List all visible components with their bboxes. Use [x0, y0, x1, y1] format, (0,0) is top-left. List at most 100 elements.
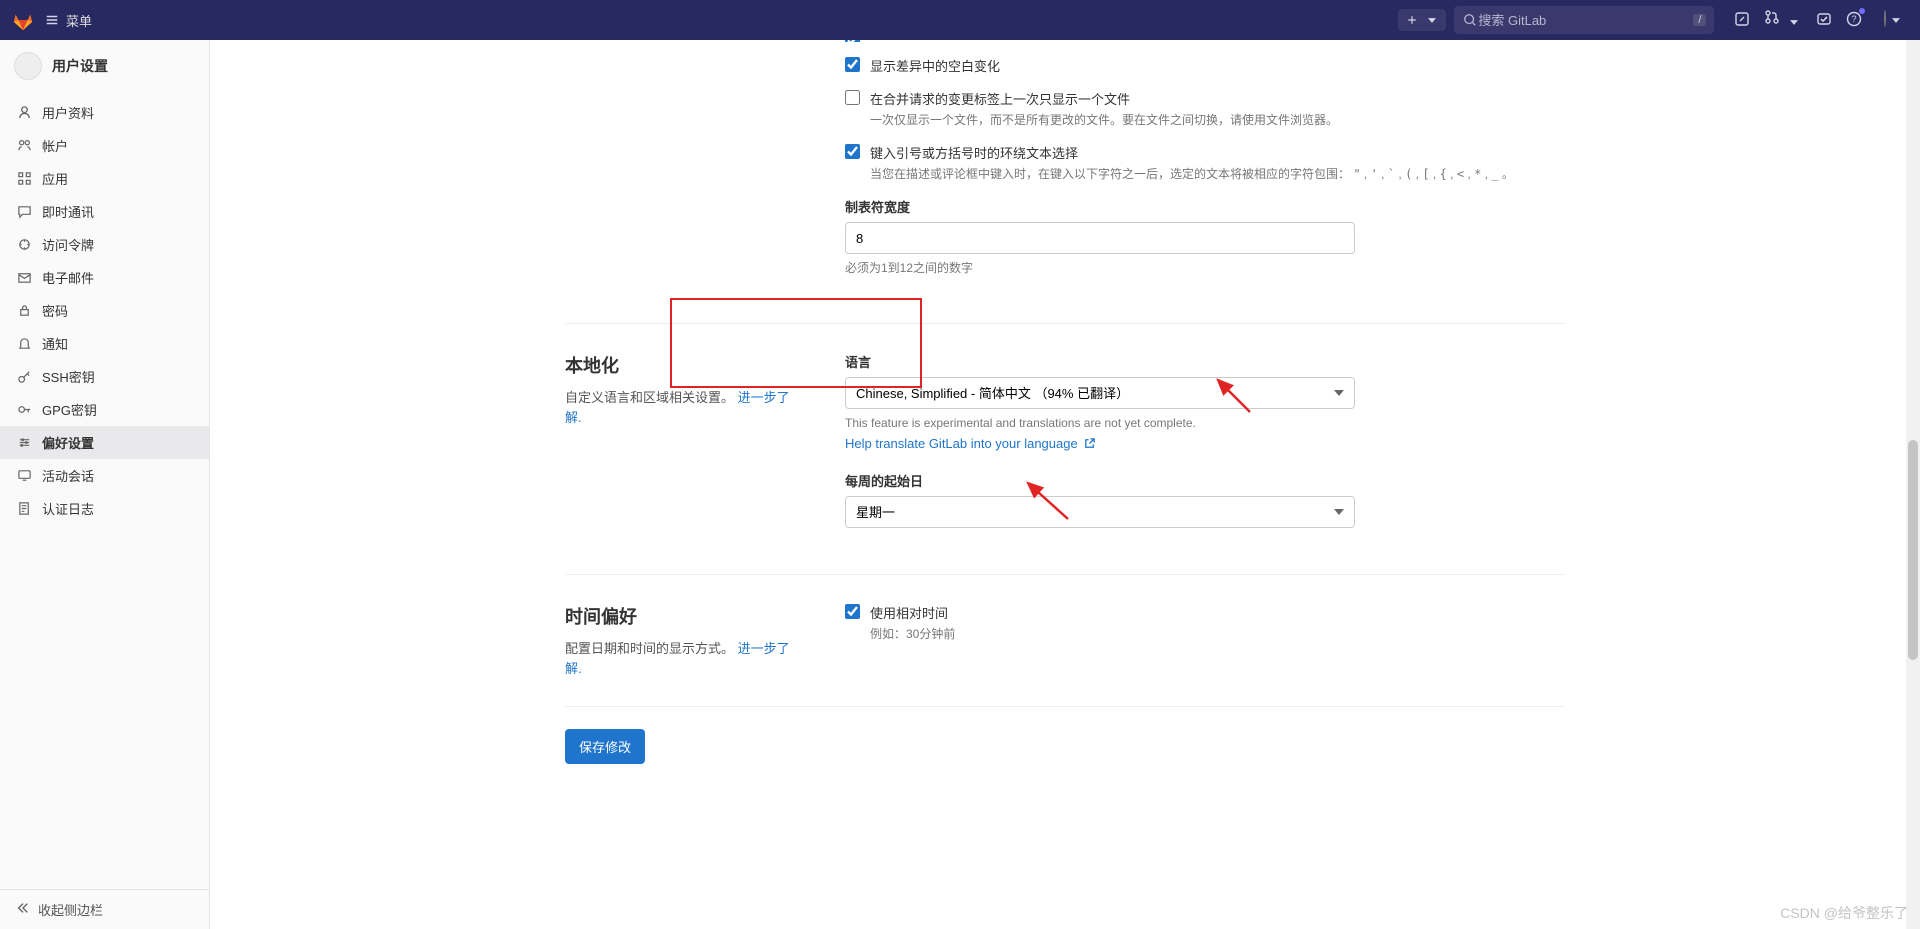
translate-link[interactable]: Help translate GitLab into your language	[845, 436, 1096, 451]
collapse-sidebar-button[interactable]: 收起侧边栏	[0, 889, 209, 929]
onefile-checkbox[interactable]	[845, 90, 860, 105]
sidebar-item-label: 认证日志	[42, 499, 94, 518]
issues-button[interactable]	[1730, 7, 1754, 34]
surround-label[interactable]: 键入引号或方括号时的环绕文本选择	[870, 146, 1078, 161]
sidebar-item-gpg[interactable]: GPG密钥	[0, 393, 209, 426]
whitespace-checkbox[interactable]	[845, 57, 860, 72]
avatar	[14, 52, 42, 80]
sidebar-item-apps[interactable]: 应用	[0, 162, 209, 195]
merge-icon	[1764, 9, 1780, 25]
notification-dot	[1859, 8, 1865, 14]
todo-icon	[1816, 11, 1832, 27]
sidebar-item-account[interactable]: 帐户	[0, 129, 209, 162]
save-button[interactable]: 保存修改	[565, 729, 645, 764]
sidebar-item-label: 应用	[42, 169, 68, 188]
search-box[interactable]: /	[1454, 6, 1714, 34]
truncated-checkbox[interactable]	[845, 40, 860, 42]
sidebar-item-chat[interactable]: 即时通讯	[0, 195, 209, 228]
onefile-checkbox-row: 在合并请求的变更标签上一次只显示一个文件 一次仅显示一个文件，而不是所有更改的文…	[845, 89, 1565, 129]
scrollbar-thumb[interactable]	[1908, 440, 1918, 660]
chevron-down-icon	[1786, 15, 1802, 31]
localization-desc: 自定义语言和区域相关设置。 进一步了解.	[565, 388, 805, 427]
localization-section: 本地化 自定义语言和区域相关设置。 进一步了解. 语言 Chinese, Sim…	[565, 324, 1565, 575]
onefile-label[interactable]: 在合并请求的变更标签上一次只显示一个文件	[870, 92, 1130, 107]
language-group: 语言 Chinese, Simplified - 简体中文 （94% 已翻译） …	[845, 352, 1565, 453]
password-icon	[16, 303, 32, 319]
weekstart-select[interactable]: 星期一	[845, 496, 1355, 528]
tabwidth-hint: 必须为1到12之间的数字	[845, 259, 1565, 277]
avatar-icon	[1884, 10, 1886, 27]
weekstart-group: 每周的起始日 星期一	[845, 471, 1565, 528]
search-input[interactable]	[1478, 13, 1693, 28]
relative-time-checkbox[interactable]	[845, 604, 860, 619]
sidebar-item-token[interactable]: 访问令牌	[0, 228, 209, 261]
email-icon	[16, 270, 32, 286]
gitlab-logo-icon[interactable]	[12, 9, 34, 31]
behavior-section: 显示差异中的空白变化 在合并请求的变更标签上一次只显示一个文件 一次仅显示一个文…	[565, 40, 1565, 324]
key-icon	[16, 369, 32, 385]
time-title: 时间偏好	[565, 603, 805, 629]
sidebar-item-notifications[interactable]: 通知	[0, 327, 209, 360]
account-icon	[16, 138, 32, 154]
sidebar-item-label: 电子邮件	[42, 268, 94, 287]
issues-icon	[1734, 11, 1750, 27]
external-link-icon	[1083, 437, 1096, 453]
sidebar-nav: 用户资料帐户应用即时通讯访问令牌电子邮件密码通知 SSH密钥 GPG密钥偏好设置活动…	[0, 92, 209, 889]
profile-icon	[16, 105, 32, 121]
save-section: 保存修改	[565, 707, 1565, 792]
relative-time-hint: 例如：30分钟前	[870, 625, 1565, 643]
token-icon	[16, 237, 32, 253]
surround-checkbox[interactable]	[845, 144, 860, 159]
sidebar-item-label: SSH密钥	[42, 367, 95, 386]
sidebar-item-label: 密码	[42, 301, 68, 320]
surround-checkbox-row: 键入引号或方括号时的环绕文本选择 当您在描述或评论框中键入时，在键入以下字符之一…	[845, 143, 1565, 183]
notifications-icon	[16, 336, 32, 352]
sidebar-item-authlog[interactable]: 认证日志	[0, 492, 209, 525]
search-shortcut: /	[1693, 14, 1706, 26]
sidebar-header[interactable]: 用户设置	[0, 40, 209, 92]
surround-hint: 当您在描述或评论框中键入时，在键入以下字符之一后，选定的文本将被相应的字符包围：…	[870, 165, 1565, 183]
whitespace-label[interactable]: 显示差异中的空白变化	[870, 59, 1000, 74]
chevrons-left-icon	[16, 901, 30, 918]
tabwidth-group: 制表符宽度 必须为1到12之间的数字	[845, 197, 1565, 277]
plus-icon	[1404, 12, 1420, 28]
sidebar-item-key[interactable]: SSH密钥	[0, 360, 209, 393]
sidebar-item-label: 用户资料	[42, 103, 94, 122]
sessions-icon	[16, 468, 32, 484]
sidebar-item-label: GPG密钥	[42, 400, 97, 419]
create-button[interactable]	[1398, 9, 1446, 31]
user-menu[interactable]	[1872, 7, 1908, 33]
menu-button[interactable]: 菜单	[44, 11, 92, 30]
sidebar-item-profile[interactable]: 用户资料	[0, 96, 209, 129]
weekstart-label: 每周的起始日	[845, 471, 1565, 490]
sidebar-item-password[interactable]: 密码	[0, 294, 209, 327]
merge-requests-button[interactable]	[1760, 5, 1806, 35]
main-content: 显示差异中的空白变化 在合并请求的变更标签上一次只显示一个文件 一次仅显示一个文…	[210, 40, 1920, 929]
authlog-icon	[16, 501, 32, 517]
tabwidth-input[interactable]	[845, 222, 1355, 254]
topbar: 菜单 / ?	[0, 0, 1920, 40]
chevron-down-icon	[1888, 13, 1904, 29]
truncated-checkbox-row	[845, 40, 1565, 42]
time-desc: 配置日期和时间的显示方式。 进一步了解.	[565, 639, 805, 678]
language-label: 语言	[845, 352, 1565, 371]
language-select[interactable]: Chinese, Simplified - 简体中文 （94% 已翻译）	[845, 377, 1355, 409]
sidebar-item-label: 即时通讯	[42, 202, 94, 221]
language-hint: This feature is experimental and transla…	[845, 414, 1565, 432]
sidebar-item-label: 通知	[42, 334, 68, 353]
sidebar-item-preferences[interactable]: 偏好设置	[0, 426, 209, 459]
sidebar-item-sessions[interactable]: 活动会话	[0, 459, 209, 492]
relative-time-label[interactable]: 使用相对时间	[870, 606, 948, 621]
scrollbar-track[interactable]	[1906, 40, 1920, 929]
preferences-icon	[16, 435, 32, 451]
chat-icon	[16, 204, 32, 220]
localization-title: 本地化	[565, 352, 805, 378]
help-button[interactable]: ?	[1842, 7, 1866, 34]
todos-button[interactable]	[1812, 7, 1836, 34]
sidebar-title: 用户设置	[52, 56, 108, 76]
whitespace-checkbox-row: 显示差异中的空白变化	[845, 56, 1565, 75]
sidebar-item-label: 帐户	[42, 136, 68, 155]
onefile-hint: 一次仅显示一个文件，而不是所有更改的文件。要在文件之间切换，请使用文件浏览器。	[870, 111, 1565, 129]
sidebar-item-email[interactable]: 电子邮件	[0, 261, 209, 294]
tabwidth-label: 制表符宽度	[845, 197, 1565, 216]
